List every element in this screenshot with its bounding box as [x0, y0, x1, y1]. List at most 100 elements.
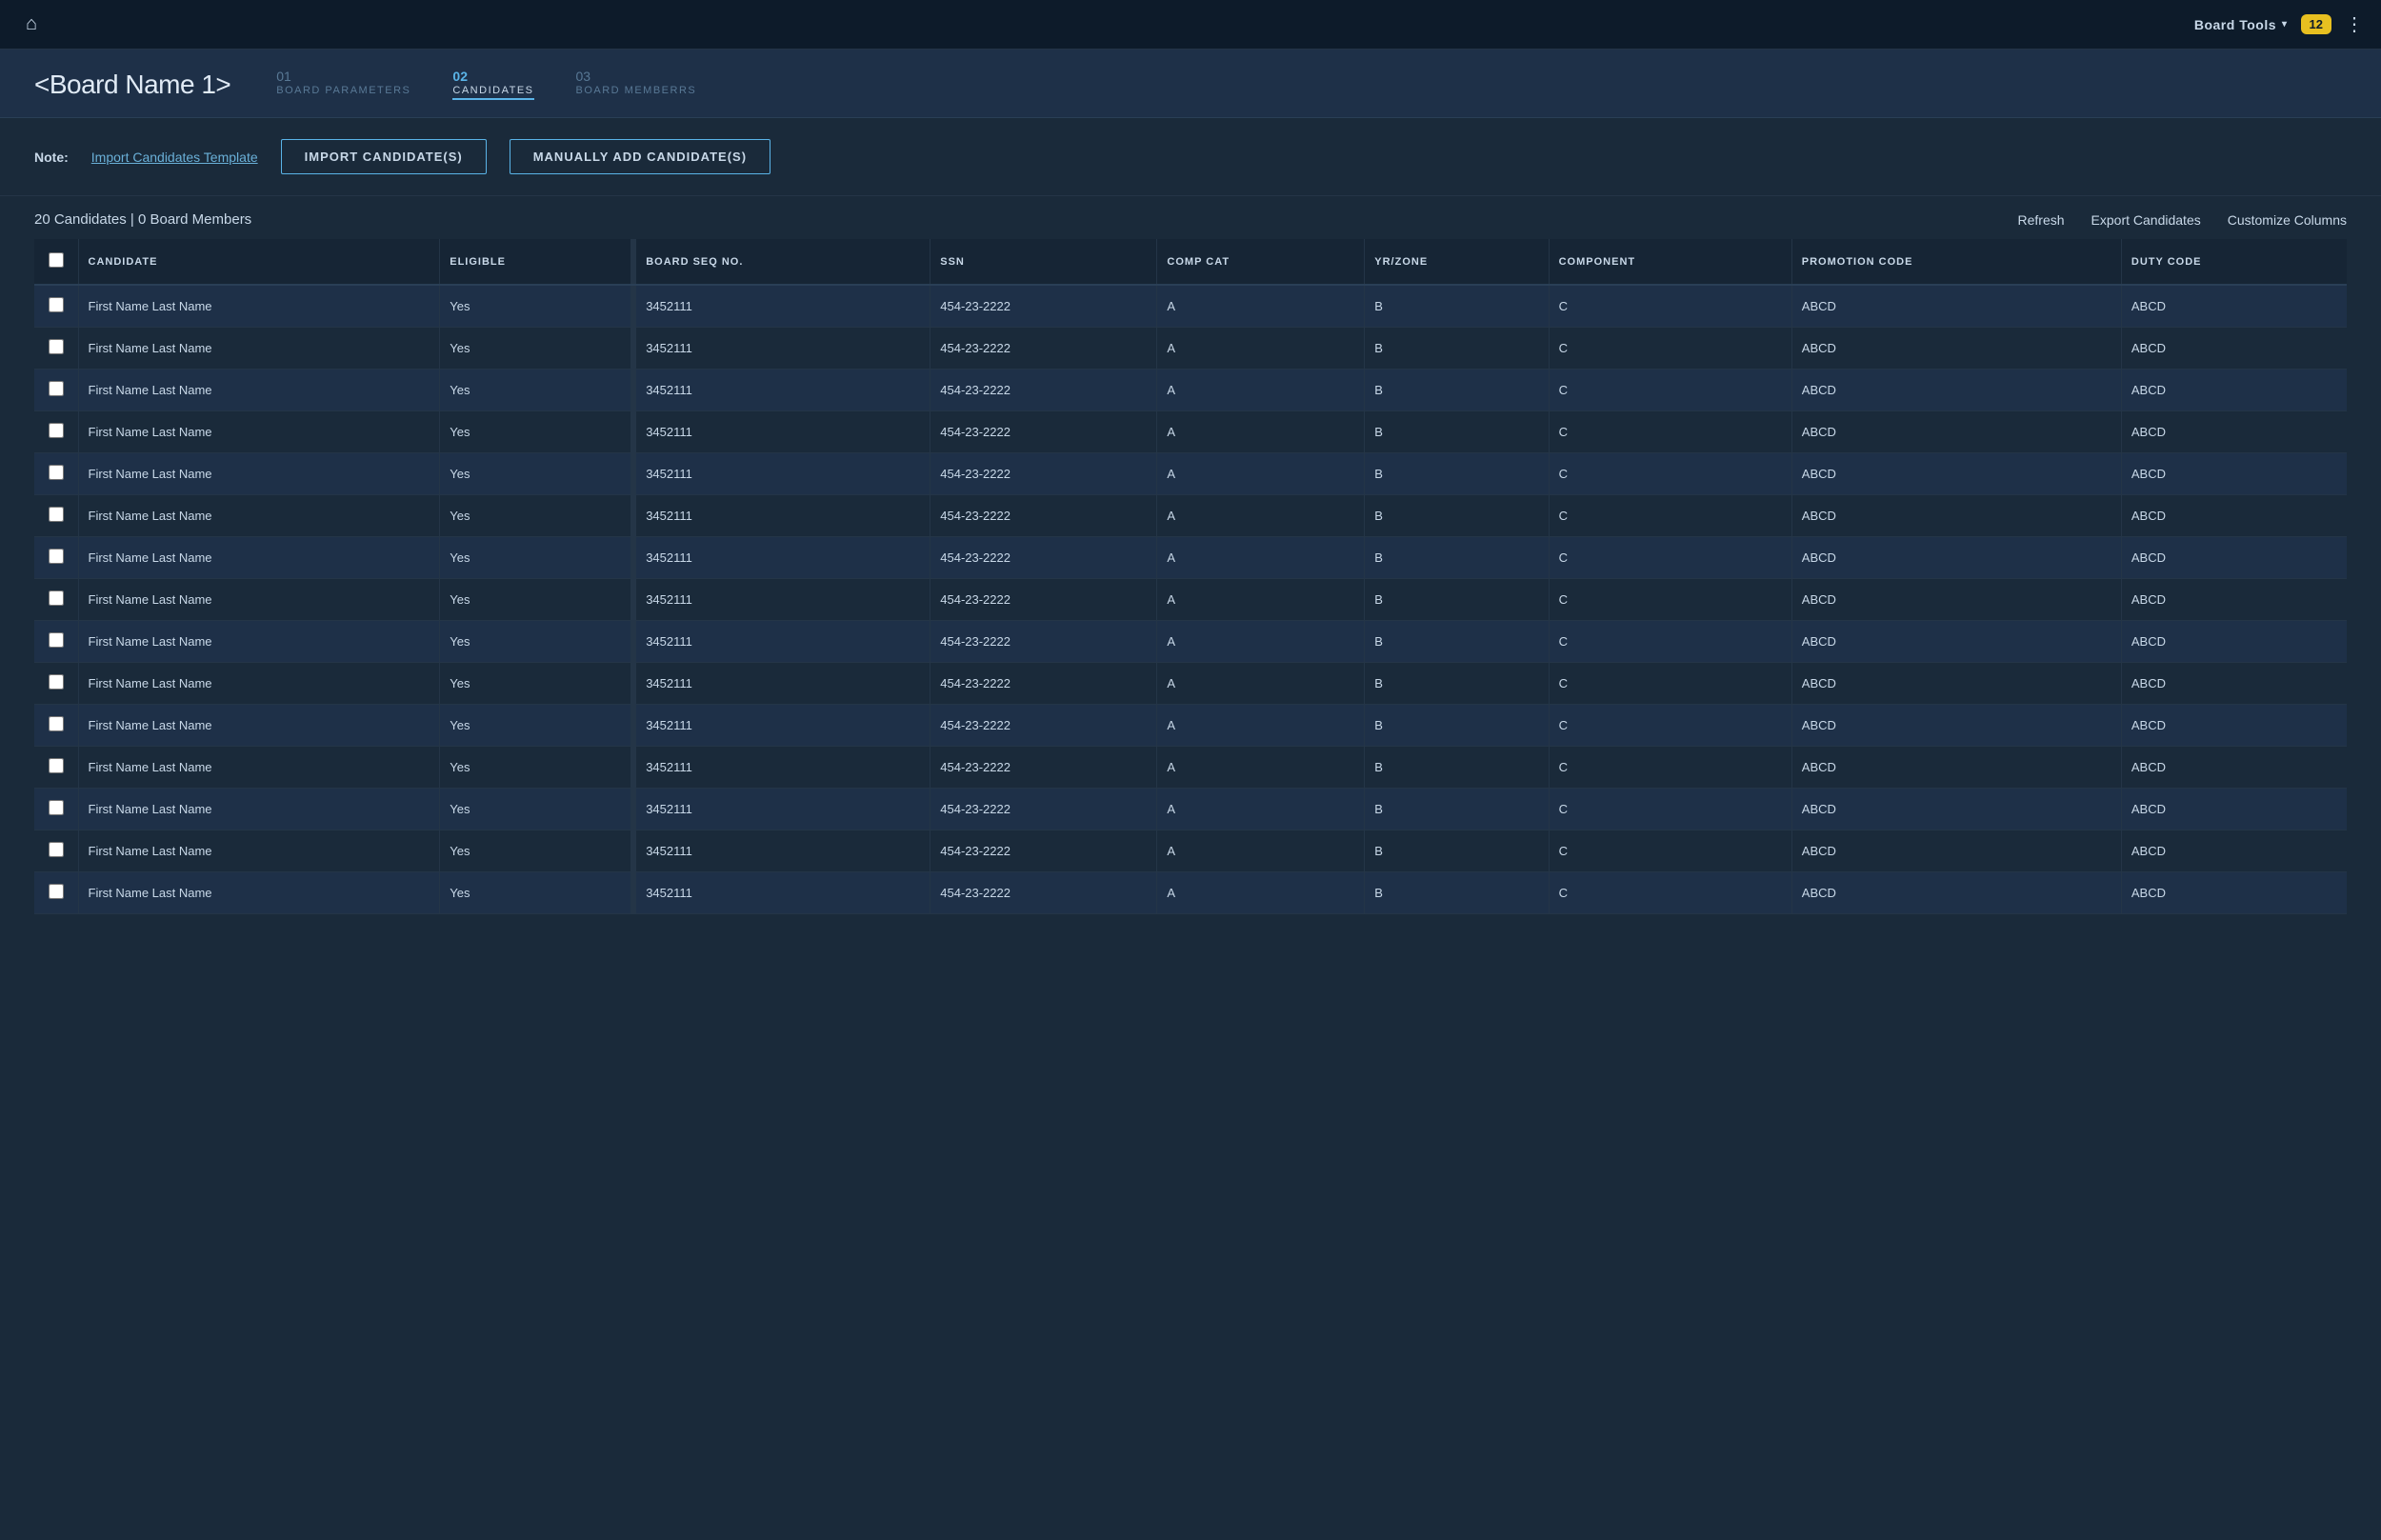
row-checkbox-cell[interactable]	[34, 579, 78, 621]
table-row[interactable]: First Name Last Name Yes 3452111 454-23-…	[34, 285, 2347, 328]
row-checkbox-cell[interactable]	[34, 411, 78, 453]
col-header-promotion-code: PROMOTION CODE	[1791, 239, 2121, 285]
row-checkbox[interactable]	[49, 884, 64, 899]
row-checkbox-cell[interactable]	[34, 328, 78, 370]
row-eligible: Yes	[440, 328, 630, 370]
table-row[interactable]: First Name Last Name Yes 3452111 454-23-…	[34, 453, 2347, 495]
row-ssn: 454-23-2222	[930, 579, 1157, 621]
table-row[interactable]: First Name Last Name Yes 3452111 454-23-…	[34, 872, 2347, 914]
refresh-button[interactable]: Refresh	[2018, 212, 2065, 228]
row-yr-zone: B	[1365, 370, 1549, 411]
row-component: C	[1549, 872, 1791, 914]
import-candidates-button[interactable]: IMPORT CANDIDATE(S)	[281, 139, 487, 174]
row-candidate-name: First Name Last Name	[78, 537, 440, 579]
row-checkbox[interactable]	[49, 465, 64, 480]
row-checkbox[interactable]	[49, 842, 64, 857]
table-area: 20 Candidates | 0 Board Members Refresh …	[0, 196, 2381, 949]
row-comp-cat: A	[1157, 285, 1365, 328]
row-checkbox-cell[interactable]	[34, 495, 78, 537]
row-board-seq: 3452111	[636, 663, 930, 705]
table-row[interactable]: First Name Last Name Yes 3452111 454-23-…	[34, 328, 2347, 370]
row-checkbox-cell[interactable]	[34, 747, 78, 789]
export-candidates-button[interactable]: Export Candidates	[2091, 212, 2201, 228]
col-header-board-seq: BOARD SEQ NO.	[636, 239, 930, 285]
row-checkbox[interactable]	[49, 758, 64, 773]
row-component: C	[1549, 495, 1791, 537]
row-component: C	[1549, 830, 1791, 872]
table-row[interactable]: First Name Last Name Yes 3452111 454-23-…	[34, 705, 2347, 747]
row-checkbox[interactable]	[49, 632, 64, 648]
more-options-icon[interactable]: ⋮	[2345, 12, 2364, 36]
row-checkbox-cell[interactable]	[34, 621, 78, 663]
table-row[interactable]: First Name Last Name Yes 3452111 454-23-…	[34, 537, 2347, 579]
board-tools-button[interactable]: Board Tools ▾	[2194, 17, 2288, 32]
row-yr-zone: B	[1365, 830, 1549, 872]
row-checkbox-cell[interactable]	[34, 663, 78, 705]
row-component: C	[1549, 285, 1791, 328]
row-board-seq: 3452111	[636, 705, 930, 747]
row-checkbox-cell[interactable]	[34, 789, 78, 830]
table-row[interactable]: First Name Last Name Yes 3452111 454-23-…	[34, 495, 2347, 537]
home-icon[interactable]: ⌂	[17, 10, 46, 39]
step1-label: BOARD PARAMETERS	[276, 85, 410, 96]
row-board-seq: 3452111	[636, 830, 930, 872]
row-ssn: 454-23-2222	[930, 663, 1157, 705]
table-row[interactable]: First Name Last Name Yes 3452111 454-23-…	[34, 663, 2347, 705]
table-row[interactable]: First Name Last Name Yes 3452111 454-23-…	[34, 579, 2347, 621]
row-board-seq: 3452111	[636, 411, 930, 453]
table-row[interactable]: First Name Last Name Yes 3452111 454-23-…	[34, 411, 2347, 453]
row-checkbox[interactable]	[49, 716, 64, 731]
row-checkbox-cell[interactable]	[34, 872, 78, 914]
row-candidate-name: First Name Last Name	[78, 872, 440, 914]
customize-columns-button[interactable]: Customize Columns	[2228, 212, 2347, 228]
row-promotion-code: ABCD	[1791, 621, 2121, 663]
row-promotion-code: ABCD	[1791, 453, 2121, 495]
table-header: CANDIDATE ELIGIBLE BOARD SEQ NO. SSN COM…	[34, 239, 2347, 285]
row-ssn: 454-23-2222	[930, 789, 1157, 830]
row-promotion-code: ABCD	[1791, 747, 2121, 789]
row-checkbox-cell[interactable]	[34, 537, 78, 579]
row-checkbox[interactable]	[49, 800, 64, 815]
row-checkbox[interactable]	[49, 549, 64, 564]
select-all-checkbox[interactable]	[49, 252, 64, 268]
table-row[interactable]: First Name Last Name Yes 3452111 454-23-…	[34, 830, 2347, 872]
select-all-header[interactable]	[34, 239, 78, 285]
col-header-candidate: CANDIDATE	[78, 239, 440, 285]
row-checkbox[interactable]	[49, 423, 64, 438]
row-ssn: 454-23-2222	[930, 872, 1157, 914]
notification-badge[interactable]: 12	[2301, 14, 2331, 34]
table-row[interactable]: First Name Last Name Yes 3452111 454-23-…	[34, 621, 2347, 663]
row-comp-cat: A	[1157, 789, 1365, 830]
row-duty-code: ABCD	[2121, 621, 2347, 663]
row-component: C	[1549, 663, 1791, 705]
row-checkbox[interactable]	[49, 507, 64, 522]
row-checkbox[interactable]	[49, 381, 64, 396]
row-checkbox[interactable]	[49, 590, 64, 606]
row-yr-zone: B	[1365, 328, 1549, 370]
row-checkbox[interactable]	[49, 297, 64, 312]
row-checkbox-cell[interactable]	[34, 370, 78, 411]
table-row[interactable]: First Name Last Name Yes 3452111 454-23-…	[34, 747, 2347, 789]
row-checkbox-cell[interactable]	[34, 705, 78, 747]
row-ssn: 454-23-2222	[930, 621, 1157, 663]
row-candidate-name: First Name Last Name	[78, 663, 440, 705]
row-comp-cat: A	[1157, 872, 1365, 914]
row-promotion-code: ABCD	[1791, 872, 2121, 914]
step2-num: 02	[452, 69, 468, 84]
row-checkbox-cell[interactable]	[34, 285, 78, 328]
row-candidate-name: First Name Last Name	[78, 789, 440, 830]
row-checkbox-cell[interactable]	[34, 453, 78, 495]
row-duty-code: ABCD	[2121, 411, 2347, 453]
row-checkbox-cell[interactable]	[34, 830, 78, 872]
manually-add-candidates-button[interactable]: MANUALLY ADD CANDIDATE(S)	[510, 139, 770, 174]
row-checkbox[interactable]	[49, 339, 64, 354]
row-candidate-name: First Name Last Name	[78, 495, 440, 537]
row-checkbox[interactable]	[49, 674, 64, 690]
step-candidates[interactable]: 02 CANDIDATES	[452, 69, 533, 100]
step-board-members[interactable]: 03 BOARD MEMBERRS	[576, 69, 697, 96]
import-template-link[interactable]: Import Candidates Template	[91, 150, 258, 165]
step-board-parameters[interactable]: 01 BOARD PARAMETERS	[276, 69, 410, 96]
table-row[interactable]: First Name Last Name Yes 3452111 454-23-…	[34, 370, 2347, 411]
table-row[interactable]: First Name Last Name Yes 3452111 454-23-…	[34, 789, 2347, 830]
step3-label: BOARD MEMBERRS	[576, 85, 697, 96]
